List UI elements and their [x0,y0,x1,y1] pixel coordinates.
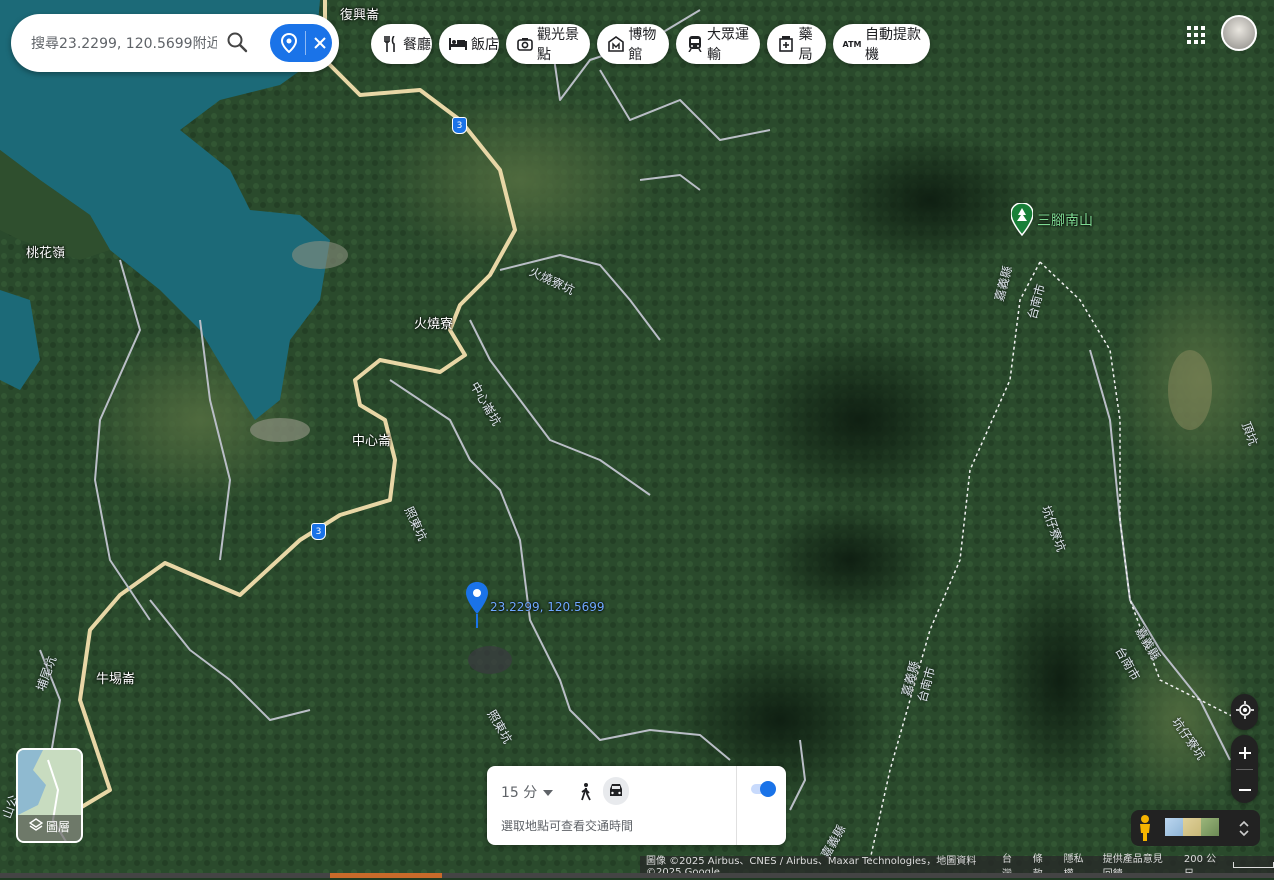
avatar[interactable] [1221,15,1257,51]
layers-button[interactable]: 圖層 [16,748,83,843]
search-input[interactable]: 搜尋23.2299, 120.5699附近的地點 [31,33,217,53]
satellite-map[interactable]: 復興崙 桃花嶺 火燒寮 中心崙 牛埸崙 三腳南山 火燒寮坑 中心崙坑 照東坑 照… [0,0,1274,878]
layers-label: 圖層 [45,820,70,834]
zoom-in-button[interactable] [1231,739,1258,767]
layers-label-group: 圖層 [18,818,81,835]
layers-icon [28,818,44,835]
pegman-icon[interactable] [1135,814,1155,842]
hotel-icon [449,35,467,53]
chip-label: 大眾運輸 [707,27,750,63]
map-type-terrain-icon[interactable] [1183,818,1201,836]
apps-grid-icon[interactable] [1186,25,1206,45]
museum-icon [607,35,624,53]
divider [736,766,737,845]
chip-restaurant[interactable]: 餐廳 [371,24,432,64]
travel-time-value: 15 分 [501,785,538,801]
chip-label: 博物館 [628,27,657,63]
search-icon[interactable] [225,30,251,56]
chevron-expand-icon[interactable] [1235,818,1253,838]
my-location-button[interactable] [1231,694,1258,730]
bottom-strip [0,873,1274,878]
plus-icon [1238,744,1251,763]
travel-hint: 選取地點可查看交通時間 [501,819,634,833]
search-box[interactable]: 搜尋23.2299, 120.5699附近的地點 [11,14,339,72]
map-type-satellite-icon[interactable] [1201,818,1219,836]
chip-museum[interactable]: 博物館 [597,24,669,64]
chip-pharmacy[interactable]: 藥局 [767,24,826,64]
place-label-taohua[interactable]: 桃花嶺 [26,242,65,261]
pin-coordinates-label: 23.2299, 120.5699 [490,600,605,614]
zoom-out-button[interactable] [1231,772,1258,800]
street-view-bar [1131,810,1260,846]
attribution-bar: 圖像 ©2025 Airbus、CNES / Airbus、Maxar Tech… [640,854,1274,880]
place-label-zhongxin[interactable]: 中心崙 [352,430,391,449]
travel-time-panel: 15 分 選取地點可查看交通時間 [487,766,786,845]
driving-icon[interactable] [603,777,629,805]
pin-clear-group [270,24,332,62]
chip-label: 觀光景點 [537,27,580,63]
chip-atm[interactable]: ATM 自動提款機 [833,24,930,64]
divider [1236,769,1253,770]
my-location-icon [1235,701,1254,723]
camera-icon [516,35,533,53]
place-label-niuchang[interactable]: 牛埸崙 [96,668,135,687]
place-label-huoshao[interactable]: 火燒寮 [414,313,453,332]
divider [305,31,306,55]
location-pin-icon[interactable] [279,32,299,54]
scale-bar [1233,862,1274,868]
walking-icon[interactable] [577,782,595,802]
place-label-sanjiao[interactable]: 三腳南山 [1037,210,1093,230]
close-icon[interactable] [310,33,330,53]
chip-transit[interactable]: 大眾運輸 [676,24,760,64]
map-imagery [0,0,1274,878]
place-label-fuxing[interactable]: 復興崙 [340,4,379,23]
chip-hotel[interactable]: 飯店 [439,24,499,64]
pharmacy-icon [777,35,795,53]
chip-label: 藥局 [798,27,813,63]
route-shield-3: 3 [452,117,467,134]
route-shield-3: 3 [311,523,326,540]
chip-attractions[interactable]: 觀光景點 [506,24,590,64]
map-type-default-icon[interactable] [1165,818,1183,836]
travel-time-select[interactable]: 15 分 [501,782,554,802]
chip-label: 自動提款機 [865,27,921,63]
chip-label: 飯店 [471,37,499,53]
atm-icon: ATM [842,39,862,49]
toggle-switch[interactable] [749,780,777,798]
minus-icon [1238,777,1251,796]
transit-icon [686,35,703,53]
progress-segment [330,873,442,878]
zoom-controls [1231,735,1258,803]
restaurant-icon [381,35,399,53]
dropdown-arrow-icon [543,784,554,800]
chip-label: 餐廳 [403,37,431,53]
